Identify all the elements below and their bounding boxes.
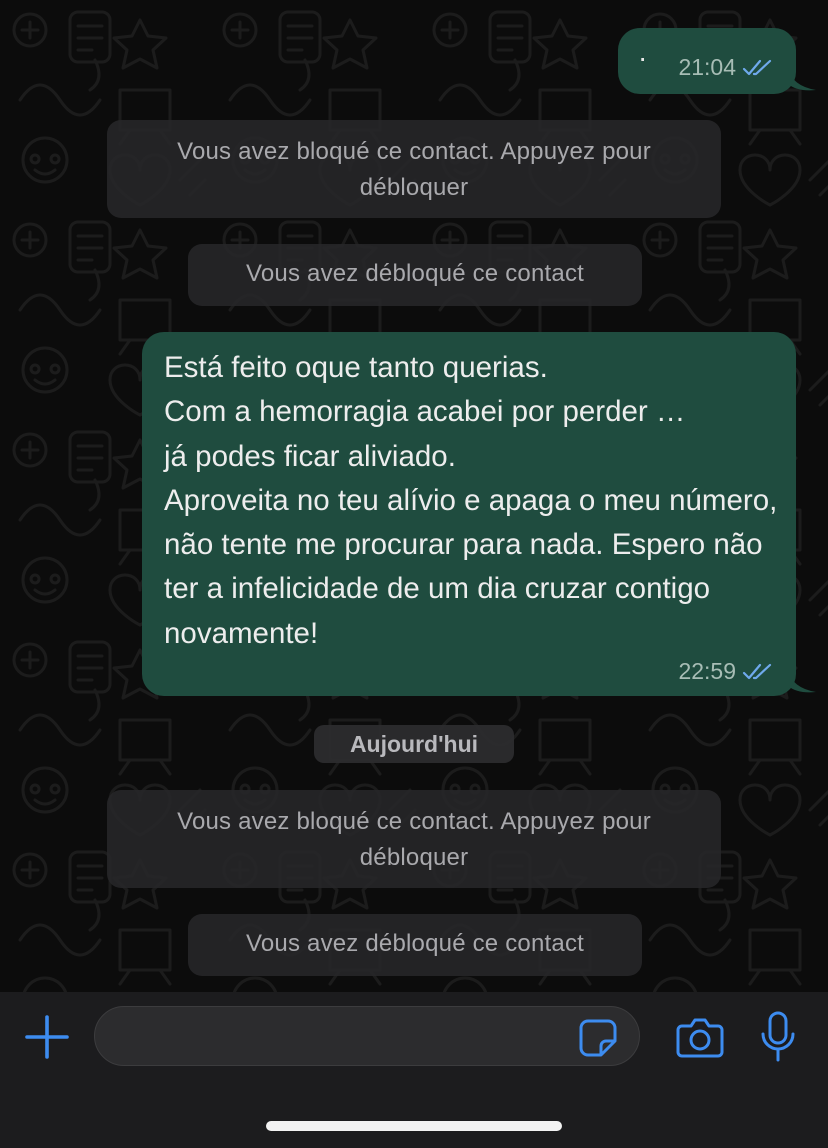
message-time: 22:59 <box>678 658 736 684</box>
message-meta: 21:04 <box>678 54 774 81</box>
message-time: 21:04 <box>678 54 736 80</box>
microphone-icon[interactable] <box>758 1010 798 1064</box>
system-message-text: Vous avez bloqué ce contact. Appuyez pou… <box>177 808 651 871</box>
system-message-text: Vous avez débloqué ce contact <box>245 260 585 287</box>
system-message-unblocked: Vous avez débloqué ce contact <box>188 914 642 976</box>
message-input[interactable] <box>94 1006 640 1066</box>
system-message-blocked[interactable]: Vous avez bloqué ce contact. Appuyez pou… <box>107 120 721 218</box>
plus-icon[interactable] <box>24 1014 70 1060</box>
bubble-tail <box>788 68 816 91</box>
bubble-tail <box>788 670 816 693</box>
message-list[interactable]: · 21:04 Vous avez bloqué ce contact. App… <box>0 0 828 992</box>
outgoing-message[interactable]: Está feito oque tanto querias. Com a hem… <box>142 332 796 696</box>
double-check-read-icon <box>742 663 772 679</box>
system-message-blocked[interactable]: Vous avez bloqué ce contact. Appuyez pou… <box>107 790 721 888</box>
home-indicator[interactable] <box>266 1121 562 1131</box>
chat-screen: · 21:04 Vous avez bloqué ce contact. App… <box>0 0 828 1148</box>
message-meta: 22:59 <box>678 658 774 685</box>
sticker-icon[interactable] <box>578 1018 618 1058</box>
date-separator: Aujourd'hui <box>314 725 514 763</box>
system-message-text: Vous avez bloqué ce contact. Appuyez pou… <box>177 138 651 201</box>
double-check-read-icon <box>742 59 772 75</box>
message-text: Está feito oque tanto querias. Com a hem… <box>164 351 778 650</box>
message-text: · <box>638 42 648 73</box>
outgoing-message[interactable]: · 21:04 <box>618 28 796 94</box>
system-message-unblocked: Vous avez débloqué ce contact <box>188 244 642 306</box>
camera-icon[interactable] <box>676 1014 724 1060</box>
system-message-text: Vous avez débloqué ce contact <box>245 930 585 957</box>
